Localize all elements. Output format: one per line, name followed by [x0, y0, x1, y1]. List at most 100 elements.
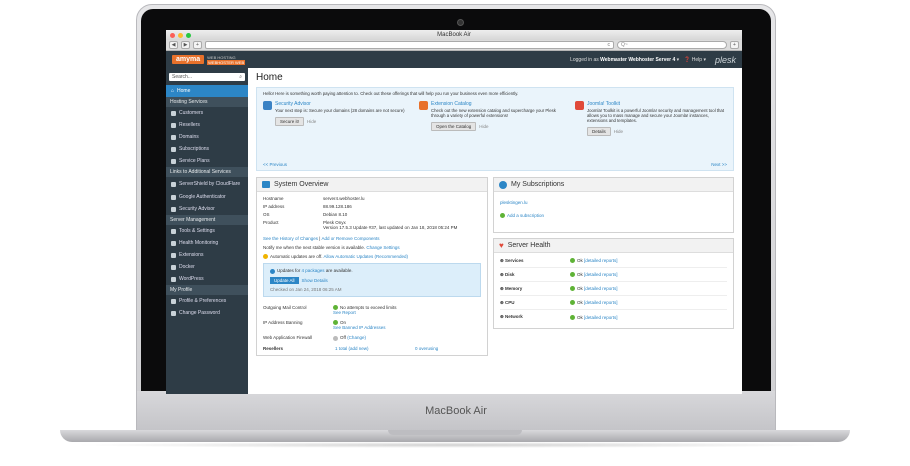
info-row: IP address 88.99.128.186 [263, 204, 481, 209]
heart-icon [171, 240, 176, 246]
search-icon[interactable]: ⌕ [239, 74, 242, 80]
sidebar-item-security-advisor[interactable]: Security Advisor [166, 203, 248, 215]
new-tab-button[interactable]: + [193, 41, 202, 49]
panel-header: System Overview [257, 178, 487, 192]
sidebar-item-label: Domains [179, 134, 199, 140]
sidebar-home-label: Home [177, 88, 191, 94]
hide-link[interactable]: Hide [479, 124, 488, 129]
health-key[interactable]: ⊕ CPU [500, 300, 570, 306]
page-body: Search... ⌕ ⌂ Home Hosting Services Custom… [166, 68, 742, 394]
links-row: See the History of Changes | Add or Remo… [263, 236, 380, 241]
sidebar-item-label: Security Advisor [179, 206, 215, 212]
sidebar-search[interactable]: Search... ⌕ [169, 73, 245, 81]
detailed-reports-link[interactable]: [detailed reports] [584, 300, 618, 305]
wordpress-icon [171, 276, 176, 282]
logo[interactable]: amyma [172, 55, 205, 64]
change-settings-link[interactable]: Change Settings [366, 245, 399, 250]
sidebar-item-service-plans[interactable]: Service Plans [166, 155, 248, 167]
user-menu[interactable]: Webmaster Webhoster Server 4 [600, 57, 675, 63]
sidebar-section-profile[interactable]: My Profile [166, 285, 248, 295]
info-icon [270, 268, 275, 274]
laptop-notch [388, 430, 522, 435]
detailed-reports-link[interactable]: [detailed reports] [584, 258, 618, 263]
sidebar-item-health[interactable]: Health Monitoring [166, 237, 248, 249]
plans-icon [171, 158, 176, 164]
sidebar-item-resellers[interactable]: Resellers [166, 119, 248, 131]
updates-text: Updates for 4 packages are available. [270, 268, 474, 274]
sidebar-item-tools[interactable]: Tools & Settings [166, 225, 248, 237]
info-value: Debian 8.10 [323, 212, 348, 217]
heart-icon: ♥ [499, 241, 504, 250]
sidebar-section-links[interactable]: Links to Additional Services [166, 167, 248, 177]
see-report-link[interactable]: See Report [333, 310, 356, 315]
add-reseller-link[interactable]: (add new) [349, 346, 369, 351]
info-key: OS [263, 212, 270, 217]
add-button[interactable]: + [730, 41, 739, 49]
reload-icon[interactable]: c [608, 42, 611, 48]
subscription-link[interactable]: plesktingen.lu [500, 200, 727, 205]
add-subscription-link[interactable]: Add a subscription [500, 213, 727, 219]
forward-button[interactable]: ▶ [181, 41, 190, 49]
banned-ips-link[interactable]: See Banned IP Addresses [333, 325, 385, 330]
open-catalog-button[interactable]: Open the Catalog [431, 122, 477, 131]
change-waf-link[interactable]: (Change) [347, 335, 366, 340]
sidebar-item-password[interactable]: Change Password [166, 307, 248, 319]
mon-status: On [340, 319, 347, 325]
sidebar-item-domains[interactable]: Domains [166, 131, 248, 143]
health-key[interactable]: ⊕ Memory [500, 286, 570, 292]
detailed-reports-link[interactable]: [detailed reports] [584, 272, 618, 277]
history-link[interactable]: See the History of Changes [263, 236, 318, 241]
health-key[interactable]: ⊕ Disk [500, 272, 570, 278]
resellers-overusing-link[interactable]: 0 overusing [415, 346, 438, 351]
help-menu[interactable]: ❓ Help ▾ [684, 57, 706, 63]
sidebar-item-customers[interactable]: Customers [166, 107, 248, 119]
section-title: My Profile [170, 287, 193, 293]
previous-link[interactable]: << Previous [263, 162, 287, 167]
sidebar-section-server[interactable]: Server Management [166, 215, 248, 225]
secure-it-button[interactable]: Secure it! [275, 117, 305, 126]
globe-icon [499, 180, 507, 189]
components-link[interactable]: Add or Remove Components [321, 236, 379, 241]
promo-message: Hello! Here is something worth paying at… [263, 91, 519, 96]
detailed-reports-link[interactable]: [detailed reports] [584, 315, 618, 320]
sidebar-item-docker[interactable]: Docker [166, 261, 248, 273]
reseller-icon [171, 122, 176, 128]
hide-link[interactable]: Hide [307, 119, 316, 124]
promo-title[interactable]: Extension Catalog [431, 101, 571, 107]
page-title: Home [256, 72, 283, 83]
docker-icon [171, 264, 176, 270]
sidebar-section-hosting[interactable]: Hosting Services [166, 97, 248, 107]
ok-icon [570, 286, 575, 291]
promo-joomla-toolkit: Joomla! Toolkit Joomla! Toolkit is a pow… [575, 101, 727, 136]
sidebar-item-label: Profile & Preferences [179, 298, 227, 304]
sidebar-item-extensions[interactable]: Extensions [166, 249, 248, 261]
health-key[interactable]: ⊕ Network [500, 314, 570, 320]
sidebar-item-home[interactable]: ⌂ Home [166, 85, 248, 97]
next-link[interactable]: Next >> [711, 162, 727, 167]
details-button[interactable]: Details [587, 127, 611, 136]
update-all-button[interactable]: Update All [270, 276, 299, 284]
health-status: Ok [577, 286, 583, 291]
packages-link[interactable]: 4 packages [302, 268, 325, 273]
back-button[interactable]: ◀ [169, 41, 178, 49]
promo-title[interactable]: Security Advisor [275, 101, 405, 107]
sidebar-item-wordpress[interactable]: WordPress [166, 273, 248, 285]
health-key[interactable]: ⊕ Services [500, 258, 570, 264]
updates-post: are available. [325, 268, 353, 274]
sidebar-item-subscriptions[interactable]: Subscriptions [166, 143, 248, 155]
subscriptions-panel: My Subscriptions plesktingen.lu Add a su… [493, 177, 734, 233]
address-bar[interactable]: c [205, 41, 614, 49]
allow-auto-updates-link[interactable]: Allow Automatic Updates (Recommended) [323, 254, 408, 259]
show-details-link[interactable]: Show Details [302, 278, 328, 283]
panel-body: ⊕ Services Ok [detailed reports] ⊕ Disk Ok… [494, 253, 733, 328]
browser-search-input[interactable]: Q~ [617, 41, 727, 49]
sidebar-item-google-auth[interactable]: Google Authenticator [166, 191, 248, 203]
sidebar-item-profile[interactable]: Profile & Preferences [166, 295, 248, 307]
resellers-total[interactable]: 1 total [335, 346, 347, 351]
promo-title[interactable]: Joomla! Toolkit [587, 101, 727, 107]
hide-link[interactable]: Hide [614, 129, 623, 134]
mail-control-row: Outgoing Mail Control No attempts to exce… [263, 305, 481, 315]
sidebar-item-servershield[interactable]: ServerShield by CloudFlare [166, 177, 248, 191]
detailed-reports-link[interactable]: [detailed reports] [584, 286, 618, 291]
promo-extension-catalog: Extension Catalog Check out the new exte… [419, 101, 571, 136]
